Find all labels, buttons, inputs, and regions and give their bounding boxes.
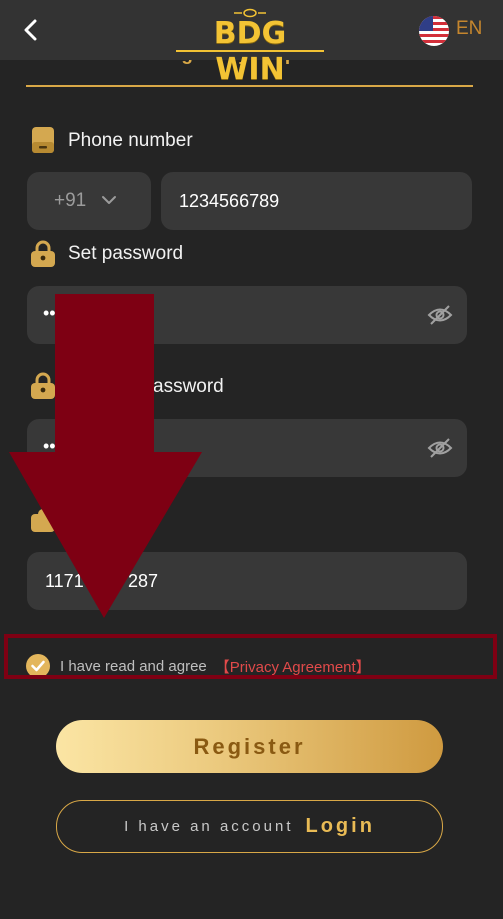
password-label: Set password: [68, 243, 184, 264]
logo-text: BDG WIN: [213, 16, 287, 87]
lock-icon: [31, 240, 55, 267]
login-button[interactable]: I have an account Login: [56, 800, 443, 853]
confirm-password-input[interactable]: ••: [27, 419, 467, 477]
language-label[interactable]: EN: [456, 18, 482, 40]
phone-input-value: 1234566789: [179, 191, 280, 211]
login-prefix-text: I have an account: [124, 818, 294, 835]
password-value: ••: [43, 303, 56, 323]
lock-icon: [31, 372, 55, 399]
confirm-password-value: ••: [43, 436, 56, 456]
annotation-highlight-box: [4, 634, 497, 679]
flag-us-icon[interactable]: [419, 16, 449, 46]
logo-underline: [176, 50, 324, 52]
top-bar: BDG WIN EN: [0, 0, 503, 87]
back-button[interactable]: [18, 16, 42, 44]
register-page: BDG WIN EN Register your phone Phone num…: [0, 0, 503, 919]
chevron-down-icon: [102, 196, 116, 204]
register-button[interactable]: Register: [56, 720, 443, 773]
phone-icon: [32, 127, 54, 153]
confirm-password-label: assword: [153, 376, 224, 397]
country-code-value: +91: [54, 190, 87, 211]
phone-input[interactable]: 1234566789: [161, 172, 472, 230]
country-code-select[interactable]: +91: [27, 172, 151, 230]
eye-off-icon[interactable]: [427, 304, 453, 326]
eye-off-icon[interactable]: [427, 437, 453, 459]
back-icon: [24, 19, 37, 41]
phone-label: Phone number: [68, 130, 193, 151]
invite-code-value-end: 287: [128, 571, 159, 591]
invite-icon: [31, 509, 55, 532]
invite-code-input[interactable]: 1171 287: [27, 552, 467, 610]
password-input[interactable]: ••: [27, 286, 467, 344]
register-button-label: Register: [193, 733, 306, 759]
invite-code-value-start: 1171: [45, 571, 84, 591]
brand-logo: BDG WIN: [174, 8, 326, 87]
login-label: Login: [305, 815, 375, 837]
